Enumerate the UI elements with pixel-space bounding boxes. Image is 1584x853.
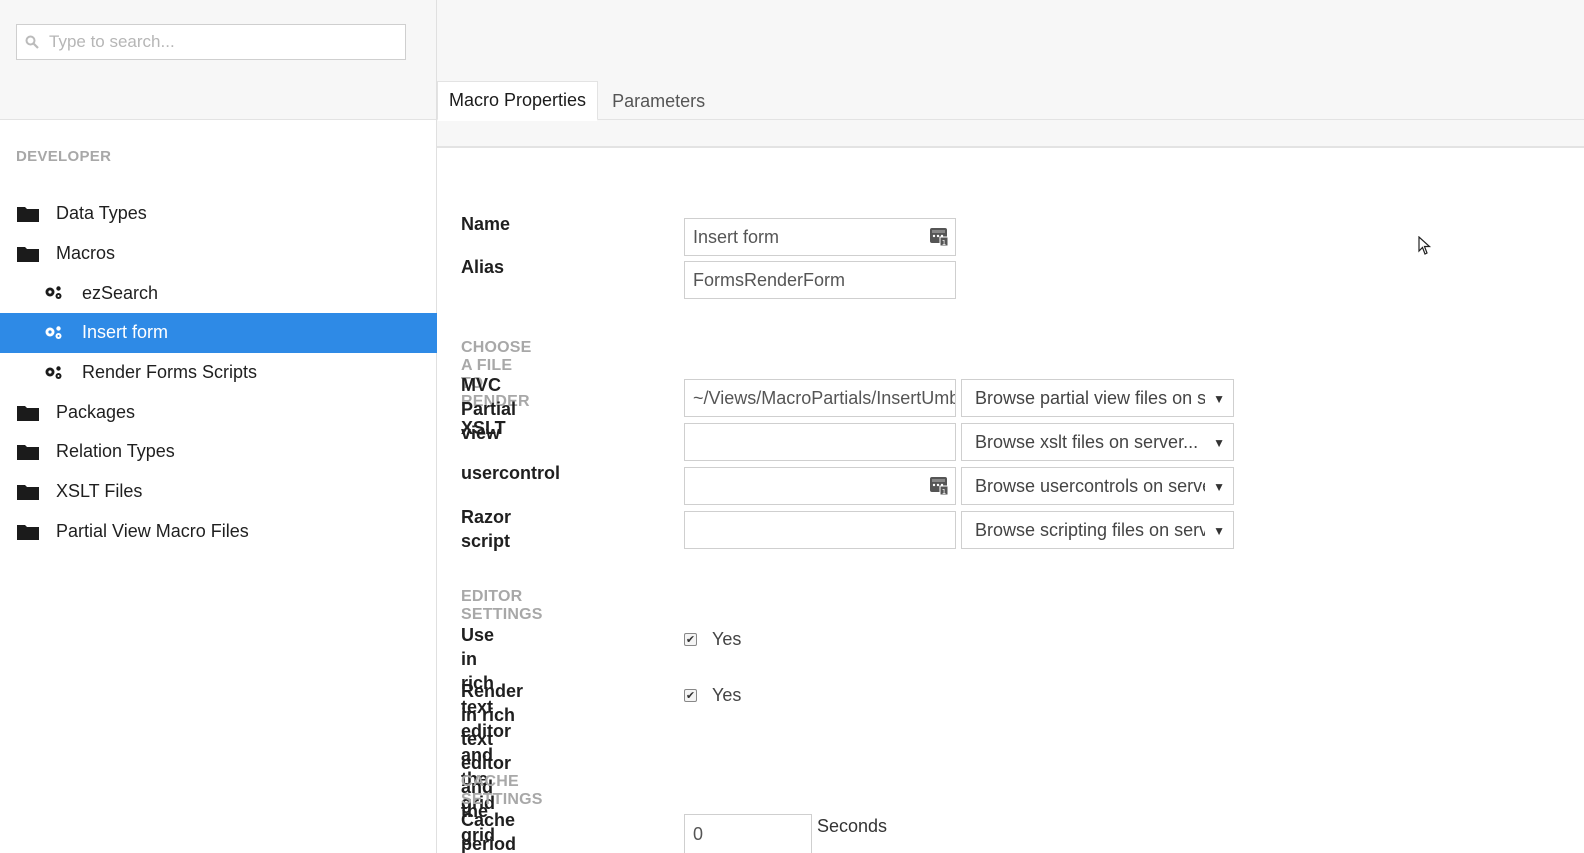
search-box[interactable]: [16, 24, 406, 60]
razor-script-label: Razor script: [461, 507, 512, 551]
tree-item-render-forms-scripts[interactable]: Render Forms Scripts: [0, 353, 437, 393]
cache-unit-label: Seconds: [817, 816, 888, 836]
tree-item-label: Packages: [56, 401, 136, 422]
gears-icon: [43, 324, 65, 342]
render-rte-label-line-1: Render in rich text: [461, 681, 524, 749]
xslt-select[interactable]: Browse xslt files on server... ▼: [961, 423, 1234, 461]
search-input[interactable]: [49, 32, 389, 52]
render-rte-checkbox[interactable]: ✔ Yes: [684, 685, 741, 706]
xslt-label: XSLT: [461, 418, 506, 438]
cache-settings-heading: CACHE SETTINGS: [461, 773, 543, 808]
razor-script-select-value: Browse scripting files on server...: [975, 519, 1205, 540]
name-value: Insert form: [693, 226, 780, 247]
checkmark-icon[interactable]: ✔: [684, 689, 697, 702]
main-panel: Macro Properties Parameters Name Insert …: [437, 0, 1584, 853]
xslt-select-value: Browse xslt files on server...: [975, 431, 1199, 452]
main-header: Macro Properties Parameters: [437, 0, 1584, 148]
name-label: Name: [461, 214, 511, 234]
cache-period-value: 0: [693, 823, 704, 844]
use-rte-checkbox[interactable]: ✔ Yes: [684, 629, 741, 650]
mvc-partial-select-value: Browse partial view files on server...: [975, 387, 1205, 408]
checkmark-icon[interactable]: ✔: [684, 633, 697, 646]
usercontrol-field[interactable]: 1: [684, 467, 956, 505]
svg-text:1: 1: [942, 239, 946, 247]
tree-item-label: Data Types: [56, 203, 147, 224]
tree-item-relation-types[interactable]: Relation Types: [0, 432, 437, 472]
editor-settings-heading: EDITOR SETTINGS: [461, 588, 543, 623]
tree-item-insert-form[interactable]: Insert form: [0, 313, 437, 353]
svg-text:1: 1: [942, 488, 946, 496]
tree-item-macros[interactable]: Macros: [0, 234, 437, 274]
sidebar: DEVELOPER Data Types Macros ezSearch Ins…: [0, 0, 437, 853]
chevron-down-icon: ▼: [1213, 524, 1225, 538]
tab-macro-properties[interactable]: Macro Properties: [437, 81, 599, 121]
tree-item-xslt-files[interactable]: XSLT Files: [0, 472, 437, 512]
razor-script-field[interactable]: [684, 511, 956, 549]
folder-icon: [17, 205, 39, 223]
name-field[interactable]: Insert form 1: [684, 218, 956, 256]
folder-icon: [17, 245, 39, 263]
mvc-partial-select[interactable]: Browse partial view files on server... ▼: [961, 379, 1234, 417]
tree-item-packages[interactable]: Packages: [0, 392, 437, 432]
folder-icon: [17, 403, 39, 421]
usercontrol-select[interactable]: Browse usercontrols on server... ▼: [961, 467, 1234, 505]
tree: Data Types Macros ezSearch Insert form R…: [0, 194, 437, 551]
tab-bar: Macro Properties Parameters: [437, 81, 716, 121]
chevron-down-icon: ▼: [1213, 392, 1225, 406]
tree-item-label: XSLT Files: [56, 481, 143, 502]
tree-item-data-types[interactable]: Data Types: [0, 194, 437, 234]
alias-label: Alias: [461, 257, 505, 277]
chevron-down-icon: ▼: [1213, 436, 1225, 450]
xslt-field[interactable]: [684, 423, 956, 461]
folder-icon: [17, 443, 39, 461]
tree-item-label: Insert form: [82, 322, 169, 343]
usercontrol-select-value: Browse usercontrols on server...: [975, 475, 1205, 496]
gears-icon: [43, 364, 65, 382]
razor-script-select[interactable]: Browse scripting files on server... ▼: [961, 511, 1234, 549]
alias-value: FormsRenderForm: [693, 269, 846, 290]
tree-item-label: Macros: [56, 243, 116, 264]
lock-icon[interactable]: 1: [929, 225, 949, 247]
use-rte-value: Yes: [712, 629, 742, 649]
alias-field[interactable]: FormsRenderForm: [684, 261, 956, 299]
mouse-cursor-icon: [1418, 236, 1432, 255]
tree-item-label: ezSearch: [82, 282, 159, 303]
mvc-partial-field[interactable]: ~/Views/MacroPartials/InsertUmbracoFormW…: [684, 379, 956, 417]
chevron-down-icon: ▼: [1213, 480, 1225, 494]
tree-item-ezsearch[interactable]: ezSearch: [0, 273, 437, 313]
usercontrol-label: usercontrol: [461, 463, 561, 483]
tree-item-label: Partial View Macro Files: [56, 520, 249, 541]
tree-item-label: Render Forms Scripts: [82, 362, 258, 383]
section-label-developer: DEVELOPER: [16, 148, 112, 165]
gears-icon: [43, 284, 65, 302]
tab-parameters[interactable]: Parameters: [598, 82, 716, 121]
lock-icon[interactable]: 1: [929, 474, 949, 496]
search-icon: [25, 35, 39, 49]
tree-item-label: Relation Types: [56, 441, 175, 462]
sidebar-header: [0, 0, 436, 120]
render-rte-value: Yes: [712, 685, 742, 705]
cache-period-label: Cache period: [461, 810, 517, 853]
cache-period-field[interactable]: 0: [684, 814, 812, 853]
tree-item-partial-view-macro-files[interactable]: Partial View Macro Files: [0, 512, 437, 552]
folder-icon: [17, 483, 39, 501]
mvc-partial-value: ~/Views/MacroPartials/InsertUmbracoFormW…: [693, 387, 955, 408]
folder-icon: [17, 522, 39, 540]
